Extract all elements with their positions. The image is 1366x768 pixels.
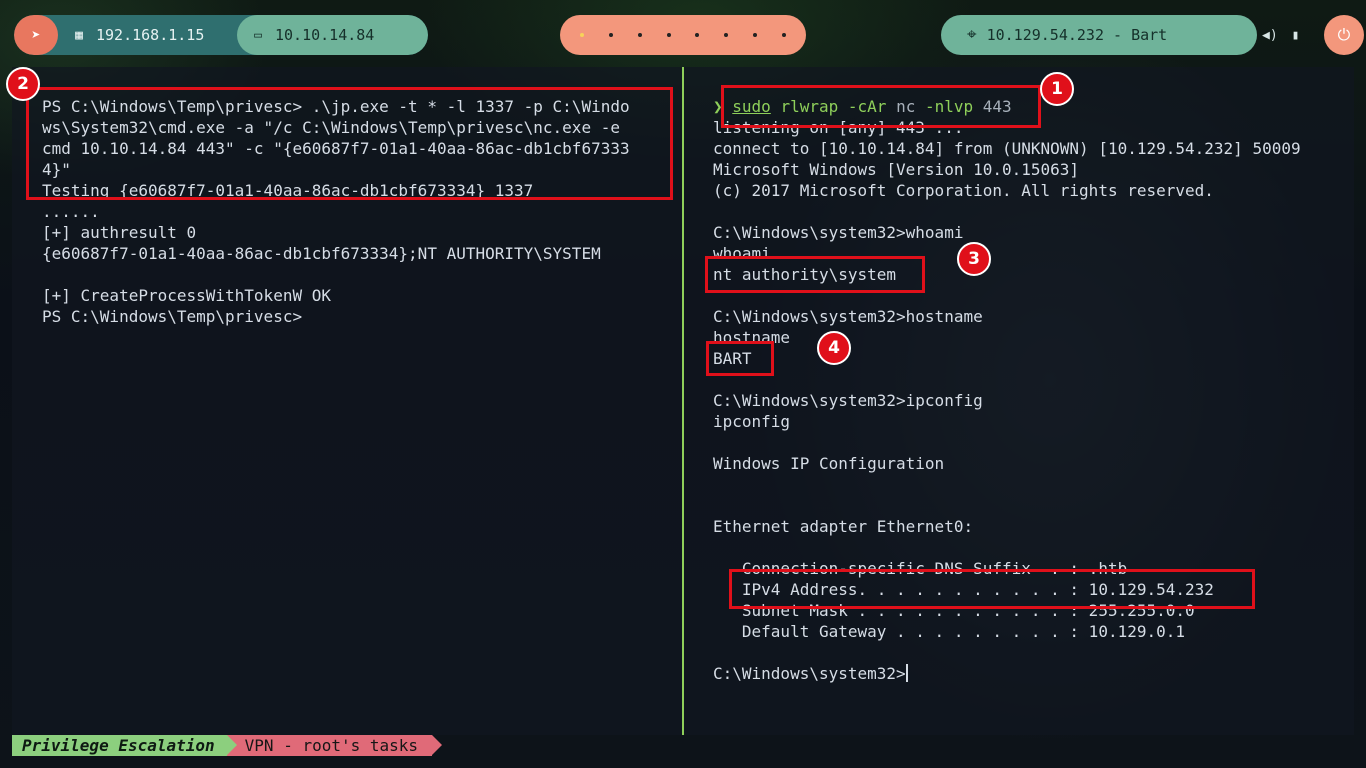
highlight-box-3	[705, 256, 925, 293]
ethernet-icon: ▦	[75, 27, 83, 43]
terminal-line: C:\Windows\system32>ipconfig	[713, 391, 983, 410]
workspace-5[interactable]	[695, 33, 700, 37]
terminal-line: PS C:\Windows\Temp\privesc>	[42, 307, 303, 326]
text-cursor	[905, 664, 908, 682]
workspace-4[interactable]	[666, 33, 671, 37]
pane-divider[interactable]	[682, 67, 684, 735]
kali-menu-button[interactable]: ➤	[14, 15, 58, 55]
terminal-line: (c) 2017 Microsoft Corporation. All righ…	[713, 181, 1214, 200]
highlight-box-1	[721, 85, 1041, 128]
terminal-line: Default Gateway . . . . . . . . . : 10.1…	[713, 622, 1186, 641]
badge-2: 2	[6, 67, 40, 101]
terminal-line: ......	[42, 202, 100, 221]
vpn-ip-text: 10.10.14.84	[275, 26, 375, 44]
final-prompt: C:\Windows\system32>	[713, 664, 906, 683]
local-ip-text: 192.168.1.15	[96, 26, 205, 44]
terminal-line: C:\Windows\system32>whoami	[713, 223, 964, 242]
window-name[interactable]: VPN - root's tasks	[226, 735, 443, 756]
crosshair-icon: ⌖	[967, 25, 977, 45]
highlight-box-4	[706, 341, 774, 376]
badge-3: 3	[957, 242, 991, 276]
badge-1: 1	[1040, 72, 1074, 106]
workspace-2[interactable]	[609, 33, 614, 37]
highlight-box-5	[729, 569, 1255, 609]
battery-icon: ▮	[1291, 27, 1300, 43]
volume-icon[interactable]: ◀)	[1262, 28, 1278, 43]
local-ip-widget: ▦ 192.168.1.15	[58, 26, 237, 44]
terminal-line: [+] authresult 0	[42, 223, 197, 242]
terminal-line: ipconfig	[713, 412, 791, 431]
workspace-8[interactable]	[781, 33, 786, 37]
network-info-pill: ➤ ▦ 192.168.1.15 ▭ 10.10.14.84	[14, 15, 428, 55]
terminal-line: C:\Windows\system32>hostname	[713, 307, 983, 326]
workspace-6[interactable]	[724, 33, 729, 37]
workspace-1[interactable]	[580, 33, 585, 37]
laptop-icon: ▭	[254, 27, 262, 43]
tmux-statusbar: Privilege Escalation VPN - root's tasks	[12, 735, 443, 756]
target-text: 10.129.54.232 - Bart	[986, 26, 1168, 44]
terminal-line: Microsoft Windows [Version 10.0.15063]	[713, 160, 1080, 179]
kali-dragon-icon: ➤	[31, 26, 41, 44]
system-tray: ◀) ▮	[1262, 15, 1299, 55]
terminal-line: Ethernet adapter Ethernet0:	[713, 517, 974, 536]
terminal-line: Windows IP Configuration	[713, 454, 945, 473]
terminal-line: {e60687f7-01a1-40aa-86ac-db1cbf673334};N…	[42, 244, 601, 263]
highlight-box-2	[26, 87, 673, 200]
terminal-line: [+] CreateProcessWithTokenW OK	[42, 286, 331, 305]
vpn-ip-widget: ▭ 10.10.14.84	[237, 15, 428, 55]
workspace-7[interactable]	[752, 33, 757, 37]
terminal-line: connect to [10.10.14.84] from (UNKNOWN) …	[713, 139, 1301, 158]
workspace-switcher	[560, 15, 806, 55]
right-output: listening on [any] 443 ... connect to [1…	[713, 118, 1301, 641]
session-name[interactable]: Privilege Escalation	[12, 735, 237, 756]
badge-4: 4	[817, 331, 851, 365]
power-button[interactable]: ⏻	[1324, 15, 1364, 55]
power-icon: ⏻	[1337, 25, 1351, 44]
target-widget[interactable]: ⌖ 10.129.54.232 - Bart	[941, 15, 1257, 55]
workspace-3[interactable]	[637, 33, 642, 37]
